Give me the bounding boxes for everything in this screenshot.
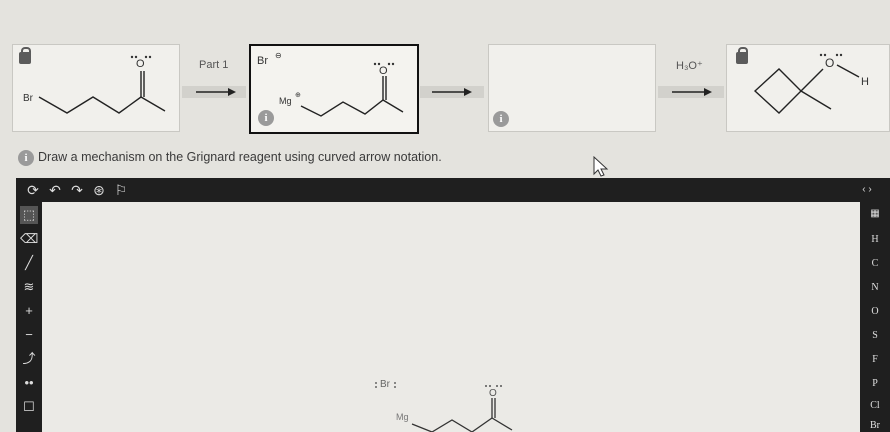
plus-charge-icon[interactable]: + [20,302,38,320]
reagent-label: H₃O⁺ [676,60,703,72]
element-cl[interactable]: Cl [860,400,890,411]
reaction-arrow-2 [432,88,472,96]
svg-text:⊖: ⊖ [275,51,282,60]
product-box: O H [726,44,890,132]
element-o[interactable]: O [860,306,890,317]
lone-pair-icon[interactable]: •• [20,374,38,392]
grignard-reagent-box[interactable]: Br ⊖ Mg ⊕ O i [249,44,419,134]
undo-icon[interactable]: ↶ [46,181,64,199]
editor-toolbar: ⟳ ↶ ↷ ⊛ ⚐ ‹ › [16,178,890,202]
mouse-cursor-icon [593,156,609,177]
element-s[interactable]: S [860,330,890,341]
hydroxyl-oxygen-label: O [825,56,834,70]
product-structure: O H [753,53,869,114]
magnesium-label: Mg [279,96,292,106]
redo-icon[interactable]: ↷ [68,181,86,199]
svg-text:⊕: ⊕ [295,92,301,99]
drawing-canvas[interactable]: Br Mg O [42,202,860,432]
periodic-table-icon[interactable]: ▦ [860,208,890,219]
zoom-icon[interactable]: ⊛ [90,181,108,199]
tool-sidebar: ⬚ ⌫ ╱ ≋ + − ⤴ •• ☐ [16,202,42,432]
box-icon[interactable]: ☐ [20,398,38,416]
eraser-icon[interactable]: ⌫ [20,230,38,248]
reaction-arrow-1 [196,88,236,96]
bromine-label: Br [23,93,34,104]
expand-icon[interactable]: ‹ › [854,181,880,199]
starting-material-box: Br O [12,44,180,132]
drawing-editor: ⟳ ↶ ↷ ⊛ ⚐ ‹ › ⬚ ⌫ ╱ ≋ + − ⤴ •• ☐ Br Mg O… [16,178,890,432]
element-h[interactable]: H [860,234,890,245]
bromide-label: Br [257,55,268,67]
template-icon[interactable]: ⚐ [112,181,130,199]
element-palette: ▦ H C N O S F P Cl Br [860,202,890,432]
chain-icon[interactable]: ≋ [20,278,38,296]
step-label: Part 1 [199,59,229,71]
element-p[interactable]: P [860,378,890,389]
grignard-structure: Br ⊖ Mg ⊕ O [257,51,404,117]
info-icon[interactable]: i [493,111,509,127]
info-icon: i [18,150,34,166]
bond-icon[interactable]: ╱ [20,254,38,272]
select-icon[interactable]: ⬚ [20,206,38,224]
reaction-arrow-3 [672,88,712,96]
hydrogen-label: H [861,76,869,88]
starting-material-structure: Br O [23,55,166,114]
info-icon[interactable]: i [258,110,274,126]
oxygen-label: O [136,58,145,70]
element-br[interactable]: Br [860,420,890,431]
instruction-text: Draw a mechanism on the Grignard reagent… [38,150,442,164]
canvas-bromide-label: Br [380,379,391,390]
minus-charge-icon[interactable]: − [20,326,38,344]
intermediate-box[interactable]: i [488,44,656,132]
canvas-structure: Br Mg O [375,379,513,432]
refresh-icon[interactable]: ⟳ [24,181,42,199]
canvas-magnesium-label: Mg [396,412,409,422]
canvas-oxygen-label: O [489,388,497,399]
element-c[interactable]: C [860,258,890,269]
carbonyl-oxygen-label: O [379,65,388,77]
element-f[interactable]: F [860,354,890,365]
element-n[interactable]: N [860,282,890,293]
curved-arrow-icon[interactable]: ⤴ [20,350,38,368]
